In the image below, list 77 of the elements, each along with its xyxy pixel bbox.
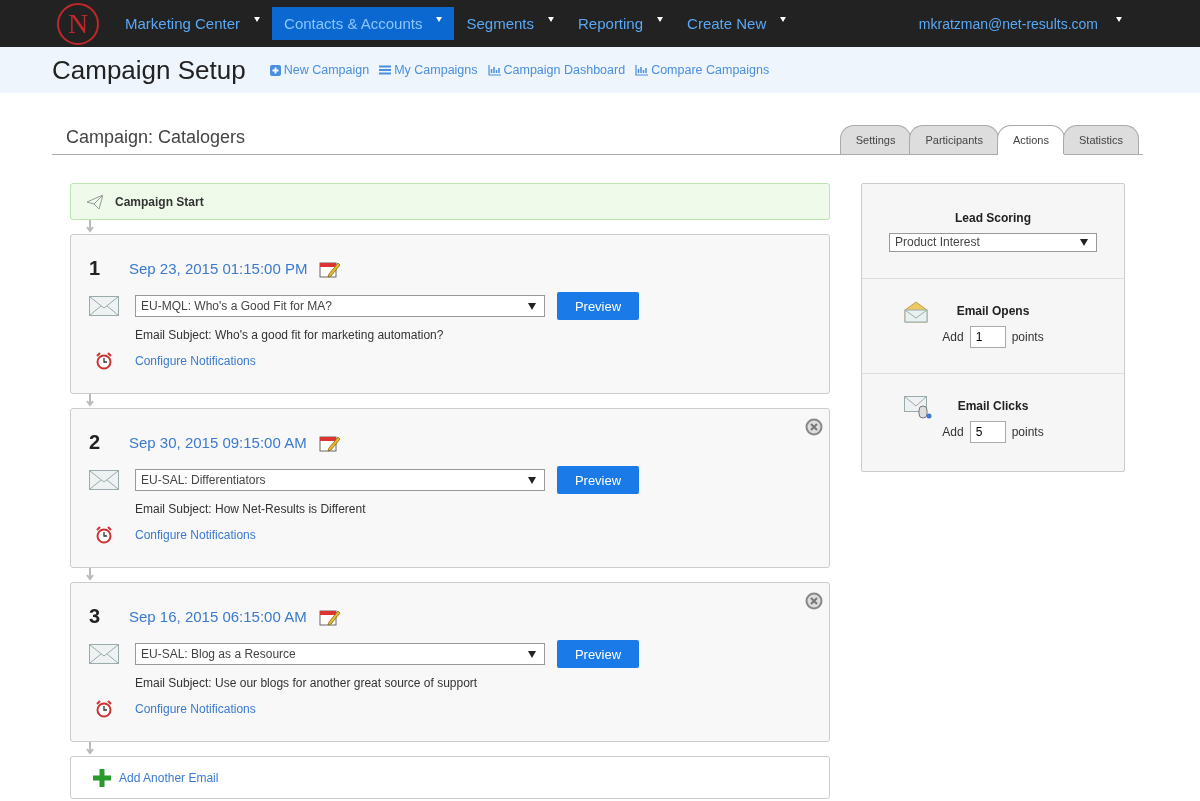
step-date-link[interactable]: Sep 23, 2015 01:15:00 PM xyxy=(129,260,308,277)
bar-chart-icon xyxy=(635,64,649,76)
tab[interactable]: Settings xyxy=(839,125,912,154)
campaign-start-label: Campaign Start xyxy=(115,194,204,209)
caret-icon xyxy=(528,302,536,310)
caret-icon xyxy=(528,476,536,484)
plus-icon xyxy=(269,64,281,76)
envelope-icon xyxy=(89,644,119,664)
points-label: points xyxy=(1011,330,1044,344)
email-select[interactable]: EU-SAL: Blog as a Resource xyxy=(135,643,545,665)
connector-arrow-icon xyxy=(86,742,94,756)
campaign-title: Campaign: Catalogers xyxy=(66,127,246,148)
step-date-link[interactable]: Sep 16, 2015 06:15:00 AM xyxy=(129,608,307,625)
page-title: Campaign Setup xyxy=(52,54,246,86)
bar-chart-icon xyxy=(487,64,501,76)
section-title: Email Clicks xyxy=(957,399,1029,413)
header-link[interactable]: New Campaign xyxy=(269,63,370,77)
caret-icon xyxy=(1116,17,1122,22)
tab[interactable]: Actions xyxy=(996,125,1065,155)
envelope-icon xyxy=(89,470,119,490)
section-title: Email Opens xyxy=(956,304,1030,318)
logo[interactable]: N xyxy=(57,2,99,45)
email-subject: Email Subject: Use our blogs for another great source of support xyxy=(135,676,479,690)
configure-notifications-link[interactable]: Configure Notifications xyxy=(135,702,256,716)
nav-menu-item[interactable]: Marketing Center xyxy=(113,7,273,40)
nav-menu-item[interactable]: Segments xyxy=(454,7,566,40)
add-email-link[interactable]: Add Another Email xyxy=(119,770,219,785)
points-label: points xyxy=(1011,425,1044,439)
caret-icon xyxy=(528,650,536,658)
caret-icon xyxy=(780,17,787,22)
points-input[interactable]: 5 xyxy=(969,421,1006,443)
caret-icon xyxy=(1080,238,1088,246)
preview-button[interactable]: Preview xyxy=(557,292,639,320)
calendar-edit-icon[interactable] xyxy=(318,607,341,626)
open-envelope-icon xyxy=(904,301,928,323)
step-number: 2 xyxy=(89,431,102,454)
configure-notifications-link[interactable]: Configure Notifications xyxy=(135,354,256,368)
remove-icon[interactable] xyxy=(805,592,823,610)
caret-icon xyxy=(254,17,261,22)
caret-icon xyxy=(436,17,443,22)
connector-arrow-icon xyxy=(86,568,94,582)
preview-button[interactable]: Preview xyxy=(557,640,639,668)
step-date-link[interactable]: Sep 30, 2015 09:15:00 AM xyxy=(129,434,307,451)
tab[interactable]: Statistics xyxy=(1063,125,1139,154)
scoring-select[interactable]: Product Interest xyxy=(889,232,1097,252)
nav-menu-item[interactable]: Reporting xyxy=(566,7,676,40)
calendar-edit-icon[interactable] xyxy=(319,259,342,278)
email-subject: Email Subject: Who's a good fit for marketing automation? xyxy=(135,328,445,342)
caret-icon xyxy=(548,17,554,22)
connector-arrow-icon xyxy=(86,394,94,408)
section-title: Lead Scoring xyxy=(955,210,1031,225)
step-number: 1 xyxy=(89,257,102,280)
step-number: 3 xyxy=(89,605,102,628)
header-link[interactable]: Campaign Dashboard xyxy=(487,63,626,77)
configure-notifications-link[interactable]: Configure Notifications xyxy=(135,528,256,542)
nav-menu-item[interactable]: Contacts & Accounts xyxy=(272,7,455,40)
email-select[interactable]: EU-SAL: Differentiators xyxy=(135,469,545,491)
header-link[interactable]: My Campaigns xyxy=(379,63,478,77)
add-label: Add xyxy=(942,330,964,344)
email-select[interactable]: EU-MQL: Who's a Good Fit for MA? xyxy=(135,295,545,317)
connector-arrow-icon xyxy=(86,220,94,234)
email-subject: Email Subject: How Net-Results is Different xyxy=(135,502,367,516)
points-input[interactable]: 1 xyxy=(969,326,1006,348)
tab[interactable]: Participants xyxy=(909,125,999,154)
nav-menu-item[interactable]: Create New xyxy=(675,7,799,40)
paper-plane-icon xyxy=(87,194,103,209)
list-icon xyxy=(379,65,392,75)
envelope-icon xyxy=(89,296,119,316)
add-label: Add xyxy=(942,425,964,439)
header-link[interactable]: Compare Campaigns xyxy=(635,63,770,77)
plus-icon[interactable] xyxy=(93,768,111,787)
remove-icon[interactable] xyxy=(805,418,823,436)
caret-icon xyxy=(657,17,664,22)
envelope-mouse-icon xyxy=(904,396,932,420)
user-menu[interactable]: mkratzman@net-results.com xyxy=(906,7,1134,40)
calendar-edit-icon[interactable] xyxy=(318,433,341,452)
preview-button[interactable]: Preview xyxy=(557,466,639,494)
